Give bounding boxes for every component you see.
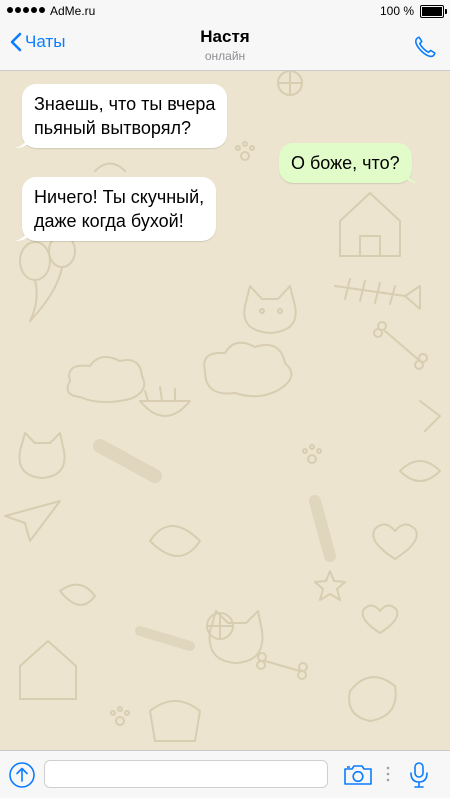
signal-strength-icon (7, 7, 45, 13)
message-incoming[interactable]: Ничего! Ты скучный, даже когда бухой! (15, 177, 217, 241)
call-button[interactable] (412, 34, 438, 65)
bubble-tail (15, 227, 29, 241)
battery-percent: 100 % (379, 4, 414, 18)
attach-button[interactable] (8, 761, 36, 794)
contact-status: онлайн (204, 49, 246, 63)
chat-area[interactable]: Знаешь, что ты вчера пьяный вытворял? О … (0, 71, 450, 750)
chat-screen: AdMe.ru 100 % Чаты Настя онлайн Знаешь, … (0, 0, 450, 798)
status-bar: AdMe.ru 100 % (0, 0, 450, 24)
message-line: пьяный вытворял? (34, 118, 191, 138)
input-bar (0, 750, 450, 798)
share-arrow-icon (9, 762, 35, 788)
bubble-tail (404, 169, 419, 183)
contact-name[interactable]: Настя (0, 27, 450, 47)
separator-dots (386, 766, 390, 782)
microphone-icon (410, 762, 428, 788)
battery-icon (420, 5, 447, 18)
carrier-name: AdMe.ru (50, 4, 96, 18)
message-input[interactable] (44, 760, 328, 788)
message-outgoing[interactable]: О боже, что? (279, 143, 419, 183)
camera-icon (344, 765, 372, 785)
message-line: даже когда бухой! (34, 211, 184, 231)
bubble-tail (15, 134, 29, 148)
phone-icon (414, 36, 436, 58)
message-line: Ничего! Ты скучный, (34, 187, 205, 207)
message-line: Знаешь, что ты вчера (34, 94, 216, 114)
microphone-button[interactable] (408, 761, 430, 794)
message-line: О боже, что? (291, 153, 400, 173)
camera-button[interactable] (343, 763, 373, 792)
message-incoming[interactable]: Знаешь, что ты вчера пьяный вытворял? (15, 84, 228, 148)
nav-bar: Чаты Настя онлайн (0, 24, 450, 71)
